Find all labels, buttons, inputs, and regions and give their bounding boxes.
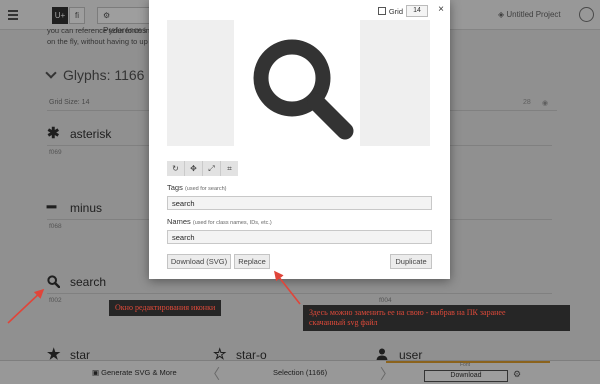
annotation-edit-window: Окно редактирования иконки: [109, 300, 222, 316]
duplicate-button[interactable]: Duplicate: [390, 254, 432, 269]
preview-margin-right: [360, 20, 430, 146]
glyph-tools: ↻ ✥ ⤢ ⌗: [167, 161, 238, 176]
download-svg-button[interactable]: Download (SVG): [167, 254, 231, 269]
tags-label-text: Tags: [167, 183, 183, 192]
edit-glyph-modal: Grid 14 × ↻ ✥ ⤢ ⌗ Tags (used for search)…: [149, 0, 450, 279]
grid-value-input[interactable]: 14: [406, 5, 428, 17]
tags-hint: (used for search): [184, 186, 227, 192]
grid-label: Grid: [388, 6, 403, 16]
scale-icon[interactable]: ⤢: [203, 161, 221, 176]
grid-checkbox[interactable]: [377, 7, 386, 15]
tags-input[interactable]: [167, 196, 432, 210]
names-input[interactable]: [167, 230, 432, 244]
annotation-replace-line-1: Здесь можно заменить ее на свою - выбрав…: [309, 308, 506, 317]
tags-label: Tags (used for search): [167, 183, 227, 192]
search-icon: [253, 39, 354, 140]
names-label: Names (used for class names, IDs, etc.): [167, 217, 272, 226]
grid-icon[interactable]: ⌗: [221, 161, 238, 176]
annotation-replace-line-2: скачанный svg файл: [309, 318, 378, 327]
preview-margin-left: [167, 20, 234, 146]
rotate-icon[interactable]: ↻: [167, 161, 185, 176]
annotation-replace: Здесь можно заменить ее на свою - выбрав…: [303, 305, 570, 331]
names-hint: (used for class names, IDs, etc.): [192, 220, 272, 226]
names-label-text: Names: [167, 217, 191, 226]
replace-button[interactable]: Replace: [234, 254, 270, 269]
close-icon[interactable]: ×: [438, 4, 444, 15]
modal-grid-toggle[interactable]: Grid 14: [377, 5, 428, 17]
move-icon[interactable]: ✥: [185, 161, 203, 176]
